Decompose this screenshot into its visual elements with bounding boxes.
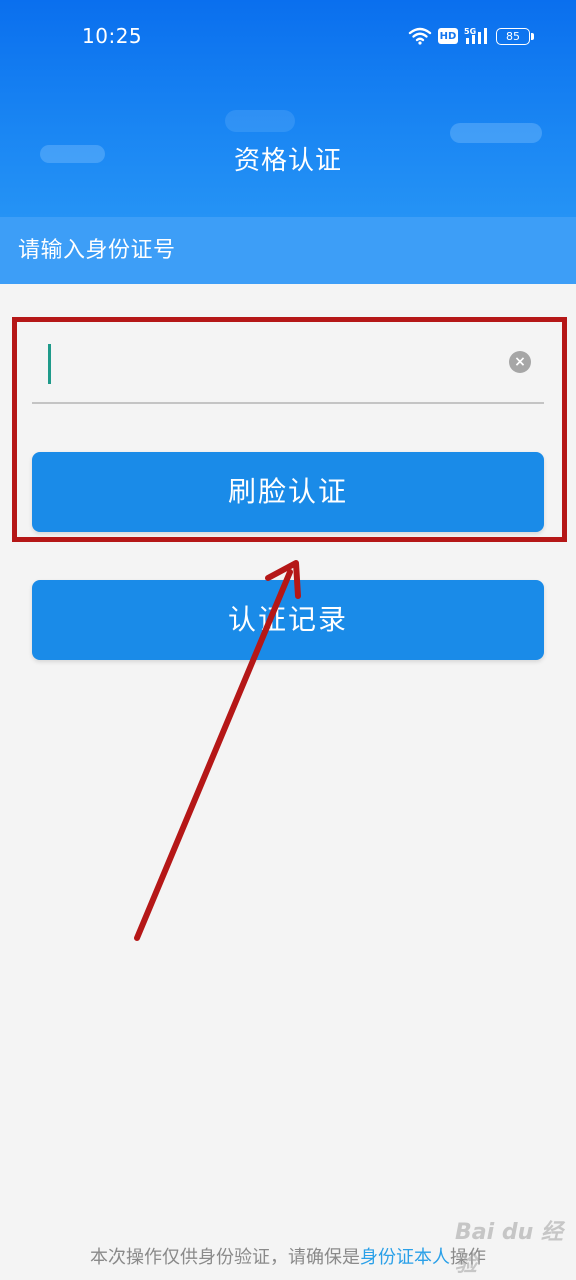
clear-input-icon[interactable]: × — [509, 351, 531, 373]
footer-link[interactable]: 身份证本人 — [360, 1247, 450, 1268]
battery-icon: 85 — [496, 27, 534, 45]
signal-5g-icon: 5G — [464, 27, 487, 44]
id-number-field-wrapper: × — [32, 326, 544, 404]
watermark-logo: Bai du 经验 — [455, 1220, 563, 1277]
footer-text: 本次操作仅供身份验证，请确保是 — [90, 1247, 360, 1268]
hd-badge: HD — [438, 28, 458, 44]
page-title: 资格认证 — [233, 146, 342, 176]
text-cursor — [48, 344, 51, 384]
network-label: 5G — [464, 27, 476, 36]
status-time: 10:25 — [82, 24, 143, 48]
cloud-decoration — [225, 110, 295, 132]
header: 10:25 HD 5G 85 资格认证 — [0, 0, 576, 217]
wifi-icon — [408, 27, 432, 45]
id-number-input[interactable] — [32, 326, 492, 402]
auth-record-button[interactable]: 认证记录 — [32, 580, 544, 660]
face-auth-button[interactable]: 刷脸认证 — [32, 452, 544, 532]
id-number-prompt: 请输入身份证号 — [0, 217, 576, 284]
status-icons: HD 5G 85 — [408, 24, 534, 48]
battery-level: 85 — [506, 29, 520, 43]
